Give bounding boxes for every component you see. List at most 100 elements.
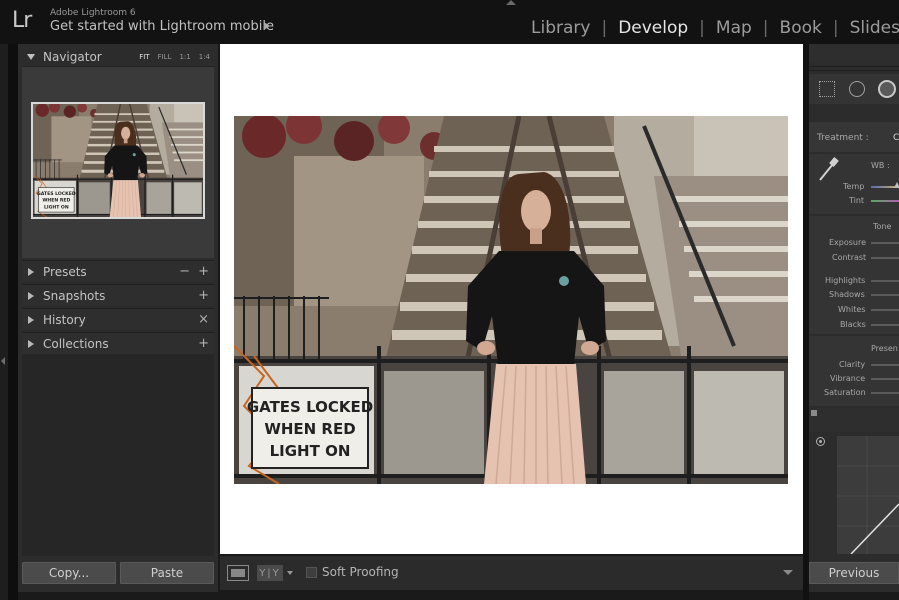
right-panel: Treatment : C WB : Temp Tint Tone Exposu… <box>809 44 899 592</box>
exposure-slider[interactable] <box>871 242 899 244</box>
vibrance-slider[interactable] <box>871 378 899 380</box>
module-book[interactable]: Book <box>780 18 822 38</box>
treatment-color-option[interactable]: C <box>893 133 899 143</box>
collapse-triangle-icon[interactable] <box>27 54 35 60</box>
before-after-view-button[interactable]: Y|Y <box>257 565 283 581</box>
navigator-zoom-options: FIT FILL 1:1 1:4 <box>139 53 210 61</box>
zoom-1-4[interactable]: 1:4 <box>199 53 210 61</box>
left-panel-divider <box>8 44 18 600</box>
red-eye-icon[interactable] <box>878 80 896 98</box>
photo-image: GATES LOCKED WHEN RED LIGHT ON <box>234 116 788 484</box>
collections-panel-header[interactable]: Collections + <box>22 332 214 354</box>
loupe-view-icon[interactable] <box>227 565 249 581</box>
snapshots-panel-header[interactable]: Snapshots + <box>22 284 214 306</box>
expand-triangle-icon[interactable] <box>28 339 34 348</box>
navigator-title: Navigator <box>43 50 102 64</box>
tone-curve-graph[interactable] <box>837 436 899 555</box>
soft-proofing-checkbox[interactable] <box>306 567 317 578</box>
left-panel: Navigator FIT FILL 1:1 1:4 Presets − + S… <box>18 44 218 592</box>
blacks-label: Blacks <box>840 320 866 329</box>
vibrance-label: Vibrance <box>830 374 866 383</box>
presets-panel-header[interactable]: Presets − + <box>22 260 214 282</box>
saturation-label: Saturation <box>824 388 866 397</box>
add-collection-icon[interactable]: + <box>198 336 209 351</box>
saturation-slider[interactable] <box>871 392 899 394</box>
module-separator: | <box>699 18 705 38</box>
tone-curve-header[interactable] <box>809 408 899 432</box>
shadows-label: Shadows <box>829 290 865 299</box>
tone-curve-line <box>837 436 899 555</box>
crop-tool-icon[interactable] <box>819 81 835 97</box>
clarity-slider[interactable] <box>871 364 899 366</box>
main-photo[interactable]: GATES LOCKED WHEN RED LIGHT ON <box>234 116 788 484</box>
navigator-thumbnail[interactable] <box>31 102 205 219</box>
paste-button[interactable]: Paste <box>120 562 214 584</box>
expand-triangle-icon[interactable] <box>28 315 34 324</box>
expand-triangle-icon[interactable] <box>28 291 34 300</box>
remove-preset-icon[interactable]: − <box>179 264 190 279</box>
snapshots-label: Snapshots <box>43 288 106 303</box>
clarity-label: Clarity <box>839 360 866 369</box>
treatment-row: Treatment : C <box>809 122 899 152</box>
white-balance-section: WB : Temp Tint <box>809 154 899 214</box>
identity-plate[interactable]: Get started with Lightroom mobile <box>50 19 274 34</box>
add-preset-icon[interactable]: + <box>198 264 209 279</box>
temp-slider-knob[interactable] <box>894 182 899 188</box>
app-name: Adobe Lightroom 6 <box>50 8 136 18</box>
view-mode-dropdown-icon[interactable] <box>287 571 293 575</box>
bottom-toolbar: Y|Y Soft Proofing <box>220 556 803 590</box>
whites-slider[interactable] <box>871 309 899 311</box>
left-panel-edge[interactable] <box>0 44 8 600</box>
left-panel-toggle-icon[interactable] <box>1 357 5 365</box>
navigator-header[interactable]: Navigator FIT FILL 1:1 1:4 <box>22 46 214 68</box>
presence-label: Presen <box>871 344 898 353</box>
module-separator: | <box>832 18 839 38</box>
presets-label: Presets <box>43 264 87 279</box>
contrast-label: Contrast <box>832 253 867 262</box>
expand-triangle-icon[interactable] <box>28 267 34 276</box>
add-snapshot-icon[interactable]: + <box>198 288 209 303</box>
exposure-label: Exposure <box>829 238 867 247</box>
module-map[interactable]: Map <box>716 18 752 38</box>
left-panel-empty-area <box>22 354 214 556</box>
top-panel-toggle-icon[interactable] <box>506 0 516 5</box>
module-develop[interactable]: Develop <box>618 18 688 38</box>
toolbar-content-menu-icon[interactable] <box>783 570 793 575</box>
zoom-fit[interactable]: FIT <box>139 53 149 61</box>
contrast-slider[interactable] <box>871 257 899 259</box>
tone-section: Tone Exposure Contrast Highlights Shadow… <box>809 216 899 334</box>
zoom-1-1[interactable]: 1:1 <box>179 53 190 61</box>
history-label: History <box>43 312 86 327</box>
module-picker: Library | Develop | Map | Book | Slidesh… <box>531 16 899 40</box>
presence-section: Presen Clarity Vibrance Saturation <box>809 336 899 406</box>
copy-button[interactable]: Copy... <box>22 562 116 584</box>
tint-slider[interactable] <box>871 200 899 202</box>
previous-button[interactable]: Previous <box>809 562 899 584</box>
navigator-thumbnail-image <box>33 104 203 217</box>
image-workspace: GATES LOCKED WHEN RED LIGHT ON <box>220 44 803 554</box>
histogram-top-strip <box>809 44 899 62</box>
highlights-label: Highlights <box>825 276 866 285</box>
treatment-label: Treatment : <box>817 133 869 143</box>
module-slideshow[interactable]: Slideshow <box>850 18 899 38</box>
target-adjustment-icon[interactable] <box>816 437 825 446</box>
module-library[interactable]: Library <box>531 18 590 38</box>
soft-proofing-label: Soft Proofing <box>322 565 399 579</box>
title-bar: Lr Adobe Lightroom 6 Get started with Li… <box>0 0 899 44</box>
tint-label: Tint <box>849 196 865 205</box>
white-balance-eyedropper-icon[interactable] <box>817 156 839 182</box>
highlights-slider[interactable] <box>871 280 899 282</box>
whites-label: Whites <box>838 305 866 314</box>
wb-label: WB : <box>871 161 890 170</box>
navigator-preview-area <box>22 66 214 258</box>
identity-plate-arrow-icon[interactable] <box>264 22 270 30</box>
history-panel-header[interactable]: History × <box>22 308 214 330</box>
blacks-slider[interactable] <box>871 324 899 326</box>
temp-label: Temp <box>843 182 865 191</box>
section-toggle-icon[interactable] <box>811 410 817 416</box>
zoom-fill[interactable]: FILL <box>158 53 172 61</box>
clear-history-icon[interactable]: × <box>198 312 209 327</box>
shadows-slider[interactable] <box>871 294 899 296</box>
spot-removal-icon[interactable] <box>849 81 865 97</box>
module-separator: | <box>601 18 608 38</box>
